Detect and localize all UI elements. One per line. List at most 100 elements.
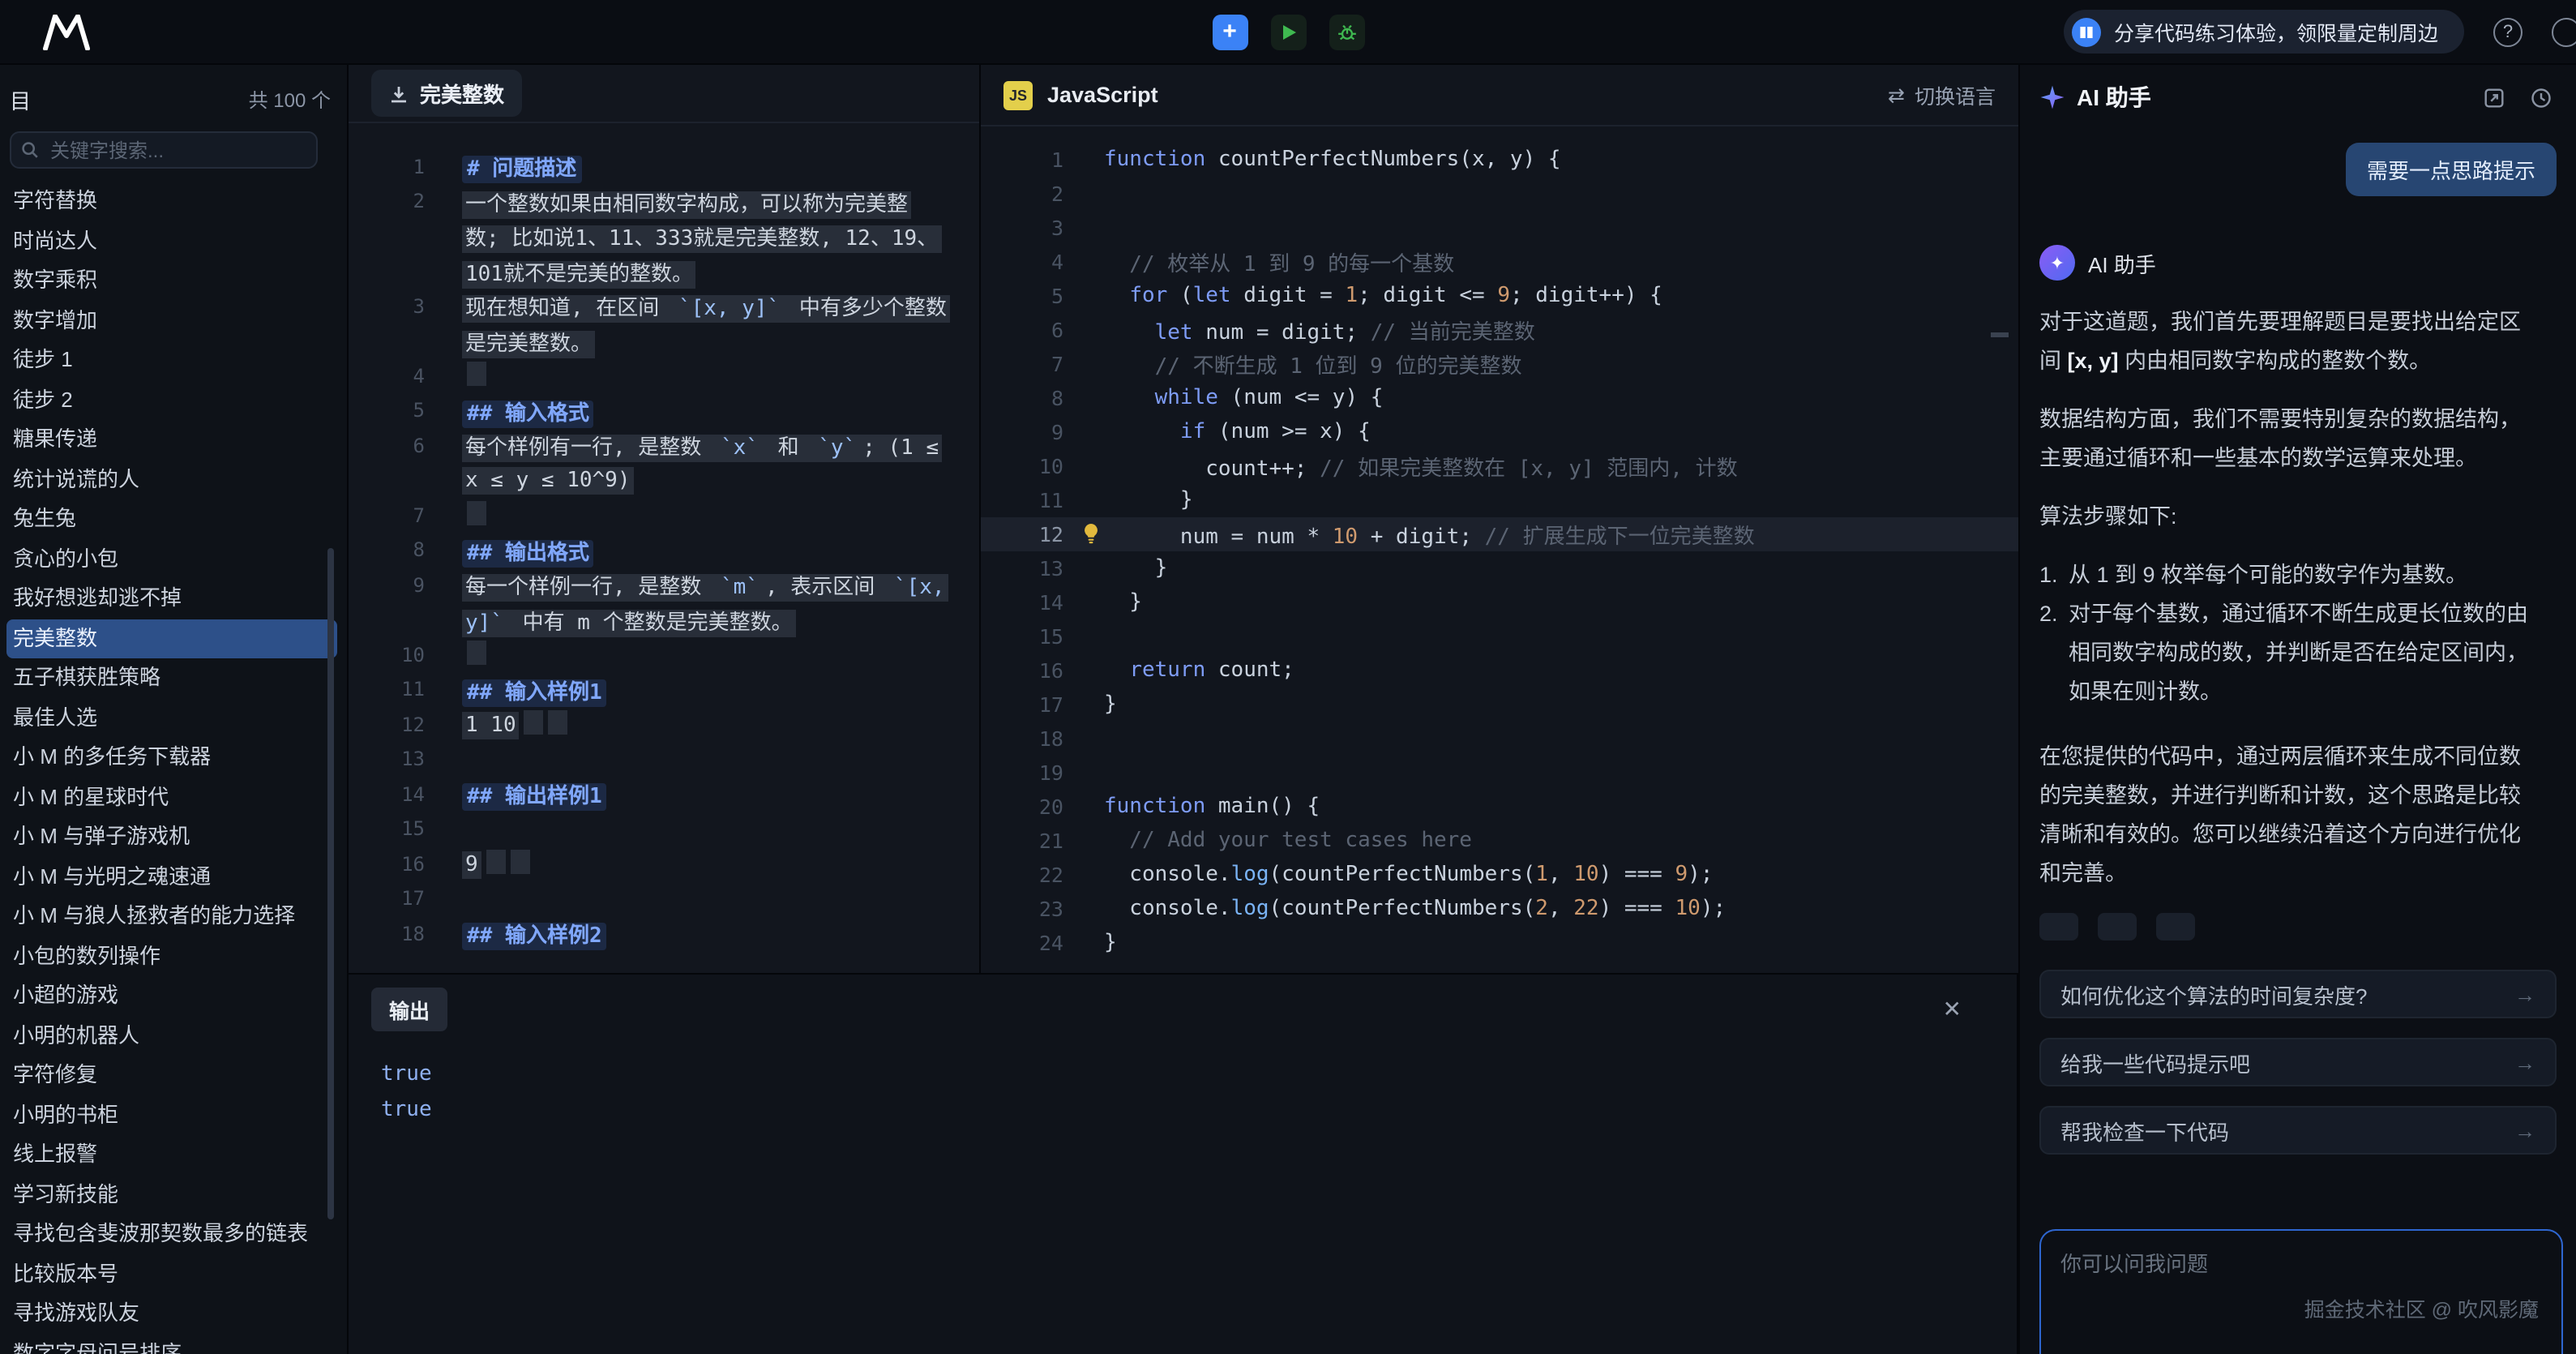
sidebar-item[interactable]: 五子棋获胜策略 <box>6 658 337 698</box>
sidebar-item[interactable]: 兔生兔 <box>6 499 337 539</box>
ai-paragraph: 数据结构方面，我们不需要特别复杂的数据结构，主要通过循环和一些基本的数学运算来处… <box>2039 401 2539 478</box>
run-button[interactable] <box>1270 14 1306 49</box>
ai-message: 对于这道题，我们首先要理解题目是要找出给定区间 [x, y] 内由相同数字构成的… <box>2039 303 2539 893</box>
debug-button[interactable] <box>1329 14 1364 49</box>
ai-paragraph: 算法步骤如下: <box>2039 498 2539 537</box>
code-text: } <box>1063 590 1142 615</box>
problem-title-button[interactable]: 完美整数 <box>371 70 522 117</box>
javascript-icon: JS <box>1003 80 1033 109</box>
sidebar-item[interactable]: 数字增加 <box>6 301 337 341</box>
markdown-row: 8## 输出格式 <box>349 533 979 568</box>
markdown-row: 4 <box>349 358 979 393</box>
line-number: 5 <box>981 284 1063 308</box>
chat-input-box[interactable]: 掘金技术社区 @ 吹风影魔 <box>2039 1229 2563 1354</box>
suggestion-label: 给我一些代码提示吧 <box>2060 1047 2250 1078</box>
marscode-logo[interactable] <box>42 14 91 49</box>
switch-language-button[interactable]: ⇄ 切换语言 <box>1888 79 1996 110</box>
sidebar-item[interactable]: 寻找包含斐波那契数最多的链表 <box>6 1215 337 1254</box>
sidebar-item[interactable]: 统计说谎的人 <box>6 460 337 499</box>
message-action-placeholder[interactable] <box>2098 913 2137 941</box>
sidebar-item[interactable]: 最佳人选 <box>6 698 337 738</box>
line-number: 11 <box>349 679 425 701</box>
sidebar-item[interactable]: 线上报警 <box>6 1135 337 1175</box>
line-number: 22 <box>981 863 1063 887</box>
ai-panel-title: AI 助手 <box>2077 81 2151 114</box>
run-controls: + <box>1212 14 1364 49</box>
language-label: JavaScript <box>1047 83 1158 107</box>
lightbulb-icon[interactable] <box>1081 522 1101 553</box>
history-icon[interactable] <box>2529 85 2553 109</box>
share-conversation-icon[interactable] <box>2482 85 2506 109</box>
line-number: 2 <box>349 191 425 213</box>
sidebar-item[interactable]: 小 M 的星球时代 <box>6 778 337 817</box>
line-number: 13 <box>349 748 425 771</box>
sidebar-item[interactable]: 数字乘积 <box>6 261 337 301</box>
line-number: 8 <box>981 386 1063 410</box>
code-text: while (num <= y) { <box>1063 386 1383 410</box>
sidebar-item[interactable]: 比较版本号 <box>6 1254 337 1294</box>
sidebar-item[interactable]: 小超的游戏 <box>6 976 337 1016</box>
sidebar-item[interactable]: 完美整数 <box>6 619 337 658</box>
sidebar-item[interactable]: 小 M 与狼人拯救者的能力选择 <box>6 897 337 936</box>
promo-banner[interactable]: 分享代码练习体验，领限量定制周边 <box>2064 10 2464 54</box>
line-number: 12 <box>349 713 425 736</box>
info-icon[interactable] <box>2552 17 2576 46</box>
sidebar-item[interactable]: 字符替换 <box>6 182 337 221</box>
sidebar-item[interactable]: 糖果传递 <box>6 420 337 460</box>
sidebar-item[interactable]: 小 M 与光明之魂速通 <box>6 857 337 897</box>
user-message-row: 需要一点思路提示 <box>2039 143 2557 196</box>
editor-header: JS JavaScript ⇄ 切换语言 <box>981 65 2018 126</box>
sidebar-item[interactable]: 贪心的小包 <box>6 539 337 579</box>
code-line: 2 <box>981 177 2018 211</box>
message-action-placeholder[interactable] <box>2039 913 2078 941</box>
sidebar-item[interactable]: 数字字母问号排序 <box>6 1334 337 1354</box>
markdown-text: ## 输入样例1 <box>425 675 607 705</box>
sidebar-scrollbar[interactable] <box>327 548 334 1219</box>
sidebar-item[interactable]: 徒步 2 <box>6 380 337 420</box>
sidebar-item[interactable]: 小 M 的多任务下载器 <box>6 738 337 778</box>
sidebar-item[interactable]: 小 M 与弹子游戏机 <box>6 817 337 857</box>
code-line: 1function countPerfectNumbers(x, y) { <box>981 143 2018 177</box>
problem-description[interactable]: 1# 问题描述2一个整数如果由相同数字构成，可以称为完美整数; 比如说1、11、… <box>349 123 979 951</box>
problem-panel: 完美整数 1# 问题描述2一个整数如果由相同数字构成，可以称为完美整数; 比如说… <box>349 65 981 973</box>
suggestion-button[interactable]: 如何优化这个算法的时间复杂度?→ <box>2039 970 2557 1018</box>
message-action-placeholder[interactable] <box>2156 913 2195 941</box>
search-box[interactable] <box>10 131 318 169</box>
sidebar-item[interactable]: 小包的数列操作 <box>6 936 337 976</box>
suggestion-button[interactable]: 帮我检查一下代码→ <box>2039 1106 2557 1155</box>
code-text: // Add your test cases here <box>1063 829 1472 853</box>
sidebar-item[interactable]: 我好想逃却逃不掉 <box>6 579 337 619</box>
code-line: 4 // 枚举从 1 到 9 的每一个基数 <box>981 245 2018 279</box>
search-icon <box>21 141 39 159</box>
sidebar-item[interactable]: 寻找游戏队友 <box>6 1294 337 1334</box>
suggestion-button[interactable]: 给我一些代码提示吧→ <box>2039 1038 2557 1086</box>
markdown-row: 14## 输出样例1 <box>349 777 979 812</box>
output-header: 输出 ✕ <box>349 975 2017 1031</box>
line-number: 3 <box>981 216 1063 240</box>
markdown-row: 169 <box>349 846 979 881</box>
markdown-row: 18## 输入样例2 <box>349 916 979 951</box>
sidebar-item[interactable]: 徒步 1 <box>6 341 337 380</box>
output-panel: 输出 ✕ truetrue <box>349 973 2018 1354</box>
sidebar-item[interactable]: 时尚达人 <box>6 221 337 261</box>
code-editor[interactable]: 1function countPerfectNumbers(x, y) {2 3 4… <box>981 126 2018 960</box>
output-tab[interactable]: 输出 <box>371 988 447 1031</box>
user-message[interactable]: 需要一点思路提示 <box>2346 143 2557 196</box>
search-input[interactable] <box>47 137 306 163</box>
sidebar-item[interactable]: 小明的书柜 <box>6 1095 337 1135</box>
code-line: 12 num = num * 10 + digit; // 扩展生成下一位完美整… <box>981 517 2018 551</box>
markdown-row: 121 10 <box>349 707 979 742</box>
close-icon[interactable]: ✕ <box>1943 996 1962 1023</box>
add-button[interactable]: + <box>1212 14 1247 49</box>
markdown-text: y]` 中有 m 个整数是完美整数。 <box>425 605 796 636</box>
sidebar-item[interactable]: 字符修复 <box>6 1056 337 1095</box>
sidebar-item[interactable]: 小明的机器人 <box>6 1016 337 1056</box>
sidebar-item[interactable]: 学习新技能 <box>6 1175 337 1215</box>
code-line: 20function main() { <box>981 790 2018 824</box>
markdown-text: ## 输出样例1 <box>425 779 607 810</box>
ai-avatar: ✦ <box>2039 245 2075 281</box>
output-line: true <box>381 1093 2017 1129</box>
topbar-right: 分享代码练习体验，领限量定制周边 ? <box>2064 10 2576 54</box>
help-icon[interactable]: ? <box>2493 17 2523 46</box>
markdown-row: 7 <box>349 498 979 533</box>
